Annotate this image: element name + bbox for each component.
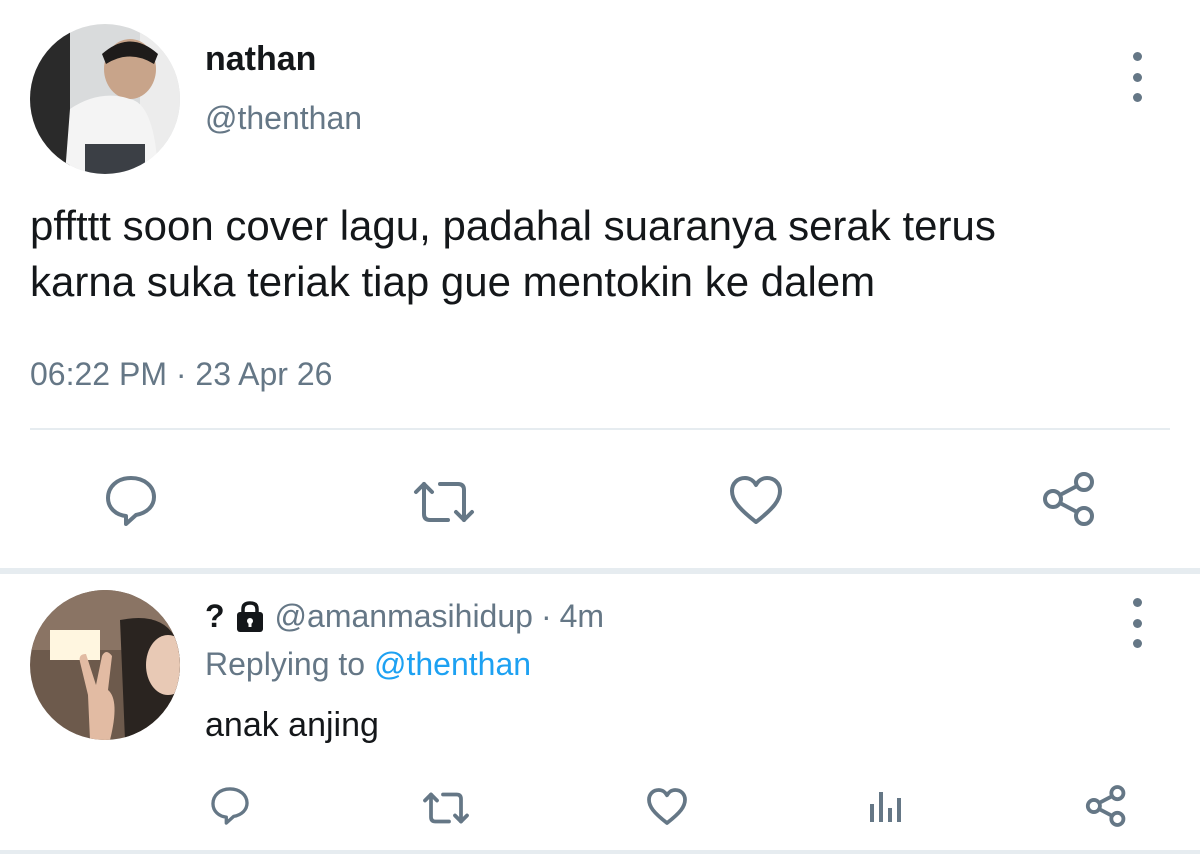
tweet-text-line: karna suka teriak tiap gue mentokin ke d… <box>30 258 876 305</box>
retweet-icon[interactable] <box>422 790 470 826</box>
retweet-icon[interactable] <box>412 478 476 526</box>
meta-separator: · <box>175 356 187 392</box>
reply-icon[interactable] <box>104 474 158 528</box>
share-icon[interactable] <box>1084 784 1128 828</box>
tweet-date: 23 Apr 26 <box>195 356 333 392</box>
tweet-text-line: pffttt soon cover lagu, padahal suaranya… <box>30 202 996 249</box>
like-icon[interactable] <box>728 474 784 526</box>
tweet-text: pffttt soon cover lagu, padahal suaranya… <box>30 198 1150 310</box>
tweet-time: 06:22 PM <box>30 356 167 392</box>
like-icon[interactable] <box>646 787 688 826</box>
analytics-icon[interactable] <box>866 786 906 826</box>
share-icon[interactable] <box>1040 470 1098 528</box>
user-handle[interactable]: @thenthan <box>205 100 362 137</box>
reply-more-options-icon[interactable] <box>1122 598 1152 648</box>
reply-handle[interactable]: @amanmasihidup <box>275 598 533 635</box>
reply-age: 4m <box>559 598 605 634</box>
reply-avatar[interactable] <box>30 590 180 740</box>
reply-avatar-photo <box>30 590 180 740</box>
replying-handle-link[interactable]: @thenthan <box>374 646 531 682</box>
replying-to: Replying to @thenthan <box>205 646 531 683</box>
tweet-timestamp: 06:22 PM · 23 Apr 26 <box>30 356 332 393</box>
display-name[interactable]: nathan <box>205 40 316 79</box>
section-divider <box>0 568 1200 574</box>
replying-label: Replying to <box>205 646 366 682</box>
bottom-divider <box>0 850 1200 854</box>
reply-header: ? @amanmasihidup · 4m <box>205 598 604 635</box>
avatar-photo <box>30 24 180 174</box>
reply-icon[interactable] <box>210 786 250 826</box>
lock-icon <box>233 600 267 634</box>
reply-display-name[interactable]: ? <box>205 598 225 635</box>
meta-separator: · <box>540 598 552 634</box>
avatar[interactable] <box>30 24 180 174</box>
more-options-icon[interactable] <box>1122 52 1152 102</box>
reply-text: anak anjing <box>205 706 379 744</box>
divider <box>30 428 1170 430</box>
